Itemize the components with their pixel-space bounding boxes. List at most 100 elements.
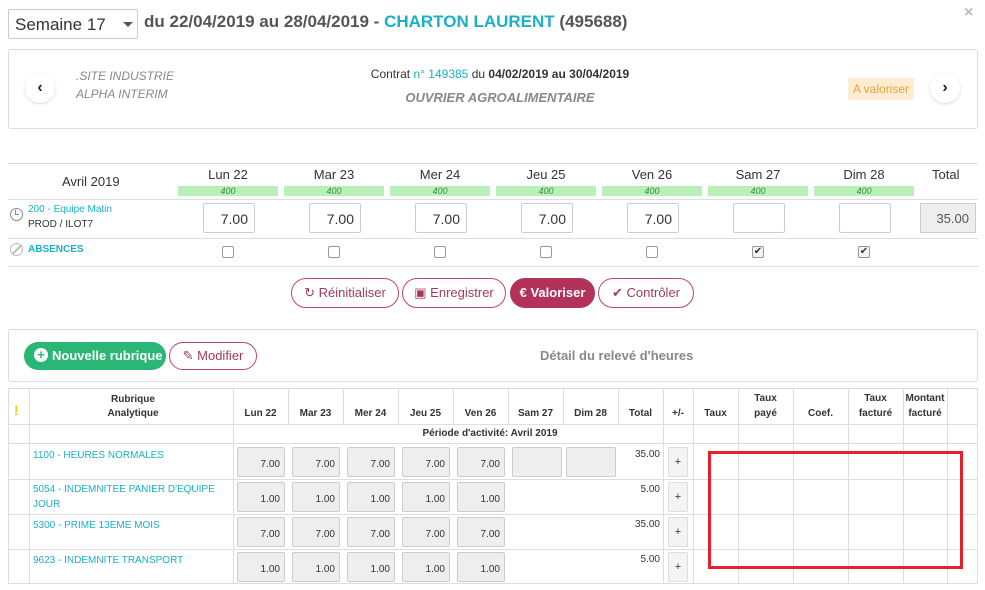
absence-checkbox-sam[interactable]: ✔ (752, 246, 764, 258)
add-line-button[interactable]: + (668, 517, 688, 547)
save-label: Enregistrer (430, 285, 494, 300)
absence-checkbox-mar[interactable] (328, 246, 340, 258)
agency-name: ALPHA INTERIM (76, 87, 168, 101)
control-label: Contrôler (626, 285, 680, 300)
detail-cell[interactable]: 7.00 (457, 447, 505, 477)
detail-cell[interactable]: 1.00 (347, 552, 395, 582)
hours-input-ven[interactable]: 7.00 (627, 203, 679, 233)
employee-id: (495688) (559, 12, 628, 31)
detail-cell[interactable]: 1.00 (457, 552, 505, 582)
hours-input-mar[interactable]: 7.00 (309, 203, 361, 233)
team-link[interactable]: 200 - Equipe Matin (28, 204, 112, 215)
contract-end: 30/04/2019 (569, 67, 630, 81)
refresh-icon: ↻ (304, 285, 316, 300)
absences-link[interactable]: ABSENCES (28, 244, 84, 255)
date-range: du 22/04/2019 au 28/04/2019 - (144, 12, 380, 31)
row-total: 5.00 (640, 484, 660, 495)
detail-cell[interactable]: 1.00 (237, 482, 285, 512)
rubric-link[interactable]: 5054 - INDEMNITEE PANIER D'EQUIPE JOUR (33, 482, 233, 512)
job-title: OUVRIER AGROALIMENTAIRE (405, 90, 595, 105)
header-taux-facture: facturé (858, 408, 893, 419)
detail-cell[interactable]: 7.00 (402, 447, 450, 477)
day-head-mer: Mer 24 (419, 167, 461, 182)
hours-input-lun[interactable]: 7.00 (203, 203, 255, 233)
detail-title: Détail du relevé d'heures (540, 348, 694, 363)
col-divider (29, 388, 30, 584)
add-line-button[interactable]: + (668, 552, 688, 582)
check-icon: ✔ (859, 246, 869, 257)
detail-cell[interactable]: 7.00 (457, 517, 505, 547)
close-icon[interactable]: × (964, 4, 973, 22)
chevron-right-icon: › (942, 79, 948, 96)
header-taux-facture: Taux (864, 393, 887, 404)
absence-checkbox-jeu[interactable] (540, 246, 552, 258)
capacity-bar: 400 (178, 186, 278, 196)
header-day: Lun 22 (244, 408, 277, 419)
add-line-button[interactable]: + (668, 482, 688, 512)
save-button[interactable]: ▣ Enregistrer (402, 278, 506, 308)
detail-cell[interactable] (566, 447, 616, 477)
absence-checkbox-lun[interactable] (222, 246, 234, 258)
rubric-link[interactable]: 1100 - HEURES NORMALES (33, 448, 233, 463)
detail-cell[interactable]: 1.00 (402, 552, 450, 582)
pencil-icon: ✎ (182, 348, 194, 363)
prev-contract-button[interactable]: ‹ (25, 73, 55, 103)
detail-cell[interactable]: 7.00 (237, 517, 285, 547)
edit-button[interactable]: ✎ Modifier (169, 342, 257, 370)
detail-cell[interactable]: 1.00 (402, 482, 450, 512)
rubric-link[interactable]: 5300 - PRIME 13EME MOIS (33, 518, 233, 533)
header-montant: facturé (908, 408, 942, 419)
row-total: 5.00 (640, 554, 660, 565)
detail-cell[interactable]: 1.00 (457, 482, 505, 512)
activity-period: Période d'activité: Avril 2019 (422, 428, 558, 439)
edit-label: Modifier (197, 348, 244, 363)
row-total: 35.00 (634, 519, 660, 530)
contract-number-link[interactable]: n° 149385 (413, 67, 468, 81)
detail-cell[interactable]: 1.00 (237, 552, 285, 582)
reset-button[interactable]: ↻ Réinitialiser (291, 278, 399, 308)
detail-cell[interactable]: 1.00 (292, 482, 340, 512)
detail-cell[interactable]: 7.00 (292, 447, 340, 477)
detail-cell[interactable]: 7.00 (237, 447, 285, 477)
detail-cell[interactable] (512, 447, 562, 477)
row-total: 35.00 (634, 449, 660, 460)
valorize-button[interactable]: € Valoriser (510, 278, 595, 308)
hours-input-sam[interactable] (733, 203, 785, 233)
absence-checkbox-mer[interactable] (434, 246, 446, 258)
day-head-dim: Dim 28 (843, 167, 885, 182)
header-day: Jeu 25 (409, 408, 442, 419)
hours-input-jeu[interactable]: 7.00 (521, 203, 573, 233)
hours-input-mer[interactable]: 7.00 (415, 203, 467, 233)
detail-cell[interactable]: 7.00 (347, 447, 395, 477)
add-line-button[interactable]: + (668, 447, 688, 477)
check-icon: ✔ (612, 285, 623, 300)
header-day: Mar 23 (299, 408, 332, 419)
hours-input-dim[interactable] (839, 203, 891, 233)
header-day: Ven 26 (464, 408, 497, 419)
day-head-mar: Mar 23 (313, 167, 355, 182)
capacity-bar: 400 (602, 186, 702, 196)
divider (8, 424, 978, 425)
detail-cell[interactable]: 7.00 (347, 517, 395, 547)
rubric-link[interactable]: 9623 - INDEMNITE TRANSPORT (33, 553, 233, 568)
clock-icon (10, 208, 23, 221)
week-select[interactable]: Semaine 17 (8, 9, 138, 39)
next-contract-button[interactable]: › (930, 73, 960, 103)
divider (8, 238, 978, 239)
week-select-value: Semaine 17 (15, 15, 106, 34)
divider (8, 199, 978, 200)
location-label: PROD / ILOT7 (28, 219, 94, 230)
detail-cell[interactable]: 7.00 (292, 517, 340, 547)
detail-cell[interactable]: 7.00 (402, 517, 450, 547)
header-taux-paye: payé (754, 408, 777, 419)
absence-checkbox-ven[interactable] (646, 246, 658, 258)
detail-cell[interactable]: 1.00 (347, 482, 395, 512)
absence-checkbox-dim[interactable]: ✔ (858, 246, 870, 258)
header-day: Dim 28 (574, 408, 607, 419)
control-button[interactable]: ✔ Contrôler (598, 278, 694, 308)
detail-cell[interactable]: 1.00 (292, 552, 340, 582)
header-taux: Taux (704, 408, 727, 419)
day-head-lun: Lun 22 (208, 167, 248, 182)
capacity-bar: 400 (814, 186, 914, 196)
divider (8, 266, 978, 267)
